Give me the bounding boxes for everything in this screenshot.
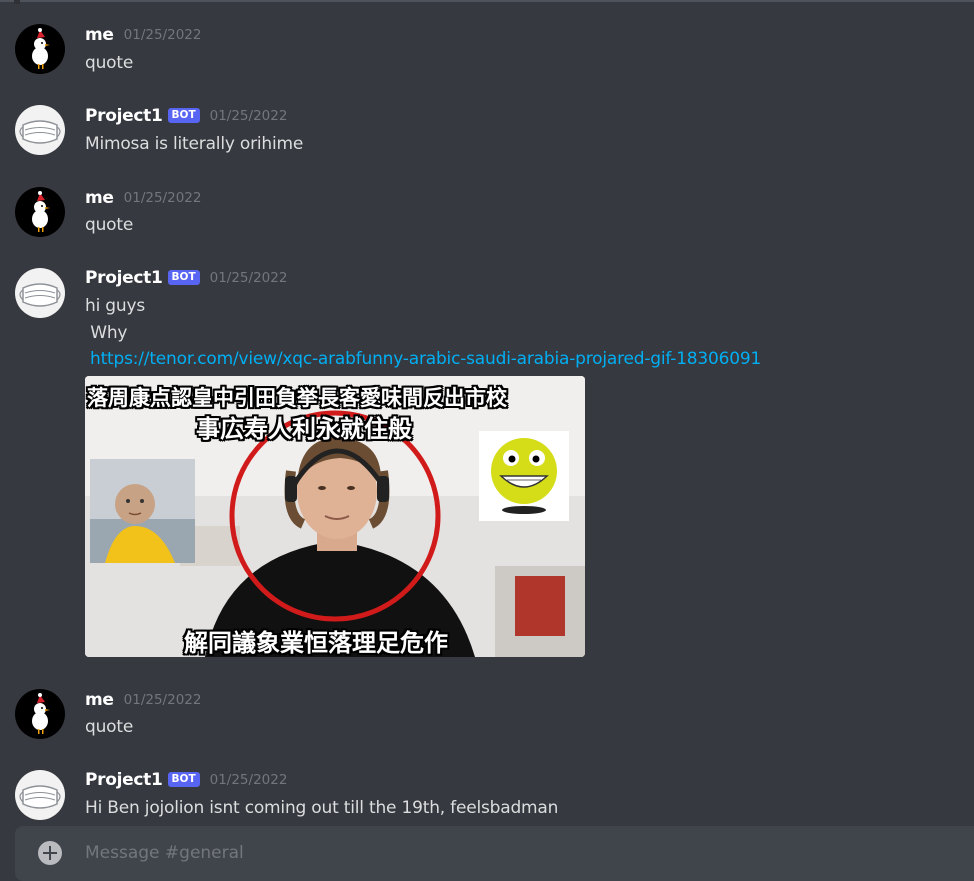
gif-caption-top-2: 事広寿人利永就住般 [196,415,412,443]
timestamp: 01/25/2022 [209,772,288,788]
message-text: quote [85,717,134,737]
username[interactable]: Project1 [85,770,163,790]
username[interactable]: me [85,188,114,208]
message-input[interactable] [85,840,935,866]
gif-caption-bottom: 解同議象業恒落理足危作 [184,629,448,657]
message-text: quote [85,53,134,73]
timestamp: 01/25/2022 [123,27,202,43]
top-divider-tick [14,0,20,4]
message-text: Mimosa is literally orihime [85,134,304,154]
gif-embed[interactable]: 落周康点認皇中引田負挙長客愛味間反出市校 事広寿人利永就住般 解同議象業恒落理足… [85,376,585,657]
message-text: Why [85,323,128,343]
username[interactable]: Project1 [85,268,163,288]
timestamp: 01/25/2022 [123,190,202,206]
add-attachment-plus-icon[interactable] [38,841,62,865]
timestamp: 01/25/2022 [209,108,288,124]
tenor-link[interactable]: https://tenor.com/view/xqc-arabfunny-ara… [90,348,761,370]
bot-tag: BOT [167,107,200,123]
top-divider [0,0,974,2]
bot-tag: BOT [167,771,200,787]
bot-tag: BOT [167,269,200,285]
message-text: hi guys [85,296,145,316]
message-composer [15,826,974,881]
message-text: Hi Ben jojolion isnt coming out till the… [85,798,559,818]
message-text: quote [85,215,134,235]
user-avatar-chicken-icon[interactable] [15,187,65,237]
timestamp: 01/25/2022 [123,692,202,708]
user-avatar-chicken-icon[interactable] [15,24,65,74]
username[interactable]: me [85,690,114,710]
gif-caption-top-1: 落周康点認皇中引田負挙長客愛味間反出市校 [87,386,507,410]
username[interactable]: Project1 [85,106,163,126]
bot-avatar-mask-icon[interactable] [15,268,65,318]
bot-avatar-mask-icon[interactable] [15,770,65,820]
user-avatar-chicken-icon[interactable] [15,689,65,739]
bot-avatar-mask-icon[interactable] [15,105,65,155]
timestamp: 01/25/2022 [209,270,288,286]
username[interactable]: me [85,25,114,45]
